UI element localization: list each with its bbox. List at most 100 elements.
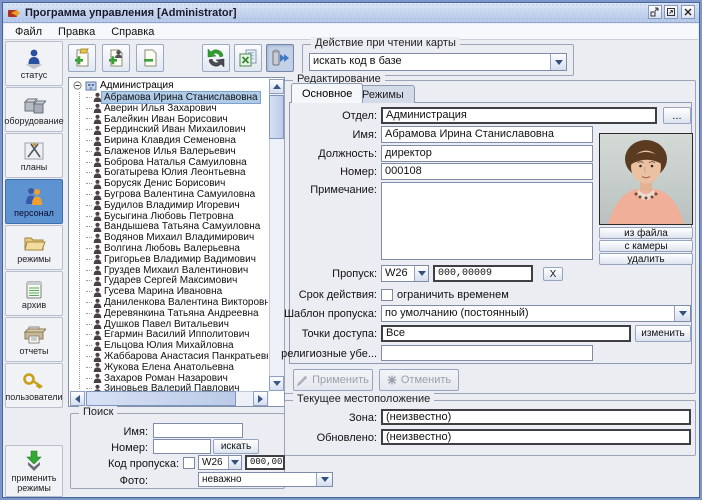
- tree-person-row[interactable]: Ельцова Юлия Михайловна: [86, 340, 268, 351]
- pass-format-select[interactable]: W26: [381, 265, 429, 282]
- dept-more-button[interactable]: ...: [663, 107, 691, 124]
- apply-modes-button[interactable]: применить режимы: [5, 445, 63, 497]
- remove-item-button[interactable]: [136, 44, 164, 72]
- scroll-left-button[interactable]: [70, 391, 85, 406]
- tree-person-row[interactable]: Жаббарова Анастасия Панкратьевна: [86, 351, 268, 362]
- tree-viewport[interactable]: Администрация Абрамова Ирина Станиславов…: [70, 79, 268, 391]
- access-field[interactable]: Все: [381, 325, 631, 342]
- apply-button[interactable]: Применить: [293, 369, 373, 391]
- tree-person-row[interactable]: Бердинский Иван Михаилович: [86, 124, 268, 135]
- tree-person-row[interactable]: Душков Павел Витальевич: [86, 319, 268, 330]
- close-button[interactable]: [681, 5, 695, 19]
- validity-option-label[interactable]: ограничить временем: [397, 289, 517, 301]
- template-select[interactable]: по умолчанию (постоянный): [381, 305, 691, 322]
- tree-person-row[interactable]: Жукова Елена Анатольевна: [86, 362, 268, 373]
- tree-person-row[interactable]: Богатырева Юлия Леонтьевна: [86, 168, 268, 179]
- menu-edit[interactable]: Правка: [51, 25, 102, 39]
- person-icon: [93, 276, 102, 286]
- photo-delete-button[interactable]: удалить: [599, 253, 693, 265]
- card-reader-toggle-button[interactable]: [266, 44, 294, 72]
- religion-field[interactable]: [381, 345, 593, 361]
- tree-person-row[interactable]: Вандышева Татьяна Самуиловна: [86, 222, 268, 233]
- name-field[interactable]: Абрамова Ирина Станиславовна: [381, 126, 593, 143]
- menu-help[interactable]: Справка: [104, 25, 161, 39]
- tree-person-row[interactable]: Будилов Владимир Игоревич: [86, 200, 268, 211]
- tree-person-row[interactable]: Бугрова Валентина Самуиловна: [86, 189, 268, 200]
- sidebar-item-archive[interactable]: архив: [5, 271, 63, 316]
- sidebar-item-personnel[interactable]: персонал: [5, 179, 63, 224]
- tree-person-row[interactable]: Григорьев Владимир Вадимович: [86, 254, 268, 265]
- pass-clear-button[interactable]: X: [543, 267, 563, 281]
- search-passcode-checkbox[interactable]: [183, 457, 195, 469]
- tree-person-row[interactable]: Захаров Роман Назарович: [86, 373, 268, 384]
- add-department-button[interactable]: [68, 44, 96, 72]
- sidebar-item-users[interactable]: пользователи: [5, 363, 63, 408]
- apply-button-label: Применить: [312, 374, 369, 386]
- note-textarea[interactable]: [381, 182, 593, 260]
- search-find-button[interactable]: искать: [213, 439, 259, 454]
- tree-root-row[interactable]: Администрация: [70, 79, 268, 92]
- tree-person-row[interactable]: Водянов Михаил Владимирович: [86, 232, 268, 243]
- collapse-handle-icon[interactable]: [73, 81, 82, 90]
- tab-main[interactable]: Основное: [291, 83, 363, 103]
- tree-person-row[interactable]: Гударев Сергей Максимович: [86, 276, 268, 287]
- search-name-input[interactable]: [153, 423, 243, 438]
- tree-person-row[interactable]: Балейкин Иван Борисович: [86, 114, 268, 125]
- tree-vscroll-thumb[interactable]: [269, 95, 284, 139]
- tree-person-row[interactable]: Зиновьев Валерий Павлович: [86, 384, 268, 391]
- tree-person-row[interactable]: Бусыгина Любовь Петровна: [86, 211, 268, 222]
- pass-format-dropdown[interactable]: [414, 266, 428, 281]
- tree-person-row[interactable]: Егармин Василий Ипполитович: [86, 330, 268, 341]
- export-button[interactable]: [234, 44, 262, 72]
- scroll-down-button[interactable]: [269, 376, 284, 391]
- search-pass-format-dropdown[interactable]: [228, 456, 241, 469]
- scroll-up-button[interactable]: [269, 79, 284, 94]
- card-action-dropdown-button[interactable]: [550, 54, 566, 70]
- tree-person-row[interactable]: Блаженов Илья Валерьевич: [86, 146, 268, 157]
- person-name: Бугрова Валентина Самуиловна: [102, 189, 257, 200]
- sidebar-item-status[interactable]: статус: [5, 41, 63, 86]
- cancel-button[interactable]: Отменить: [379, 369, 459, 391]
- minimize-button[interactable]: [648, 5, 662, 19]
- sidebar-item-equipment[interactable]: оборудование: [5, 87, 63, 132]
- users-key-icon: [22, 370, 46, 392]
- photo-from-camera-button[interactable]: с камеры: [599, 240, 693, 252]
- search-pass-format-select[interactable]: W26: [198, 455, 242, 470]
- pass-label: Пропуск:: [287, 268, 377, 280]
- title-bar[interactable]: Программа управления [Administrator]: [3, 3, 699, 23]
- dept-field[interactable]: Администрация: [381, 107, 657, 124]
- photo-from-file-button[interactable]: из файла: [599, 227, 693, 239]
- maximize-button[interactable]: [664, 5, 678, 19]
- tree-person-row[interactable]: Боброва Наталья Самуиловна: [86, 157, 268, 168]
- search-passcode-input[interactable]: 000,00000: [245, 455, 285, 470]
- tree-person-row[interactable]: Волгина Любовь Валерьевна: [86, 243, 268, 254]
- access-change-button[interactable]: изменить: [635, 325, 691, 342]
- tree-person-row[interactable]: Даниленкова Валентина Викторовна: [86, 297, 268, 308]
- tree-hscroll-thumb[interactable]: [86, 391, 236, 406]
- position-field[interactable]: директор: [381, 145, 593, 162]
- card-action-select[interactable]: искать код в базе: [309, 53, 567, 71]
- tree-person-row[interactable]: Гусева Марина Ивановна: [86, 286, 268, 297]
- tree-person-row[interactable]: Бирина Клавдия Семеновна: [86, 135, 268, 146]
- validity-checkbox[interactable]: [381, 289, 393, 301]
- template-dropdown[interactable]: [674, 306, 690, 321]
- tree-person-row[interactable]: Борусяк Денис Борисович: [86, 178, 268, 189]
- tree-person-row[interactable]: Деревянкина Татьяна Андреевна: [86, 308, 268, 319]
- menu-file[interactable]: Файл: [8, 25, 49, 39]
- add-person-button[interactable]: [102, 44, 130, 72]
- scroll-right-button[interactable]: [253, 391, 268, 406]
- sidebar-item-reports[interactable]: отчеты: [5, 317, 63, 362]
- search-number-input[interactable]: [153, 439, 211, 454]
- search-photo-select[interactable]: неважно: [198, 472, 333, 487]
- tree-person-row[interactable]: Груздев Михаил Валентинович: [86, 265, 268, 276]
- tree-person-row[interactable]: Абрамова Ирина Станиславовна: [86, 92, 268, 103]
- sidebar-item-modes[interactable]: режимы: [5, 225, 63, 270]
- person-icon: [93, 146, 102, 156]
- pass-code-field[interactable]: 000,00009: [433, 265, 533, 282]
- number-field[interactable]: 000108: [381, 163, 593, 180]
- tree-person-row[interactable]: Аверин Илья Захарович: [86, 103, 268, 114]
- person-icon: [93, 179, 102, 189]
- search-photo-dropdown[interactable]: [316, 473, 332, 486]
- sidebar-item-plans[interactable]: планы: [5, 133, 63, 178]
- refresh-button[interactable]: [202, 44, 230, 72]
